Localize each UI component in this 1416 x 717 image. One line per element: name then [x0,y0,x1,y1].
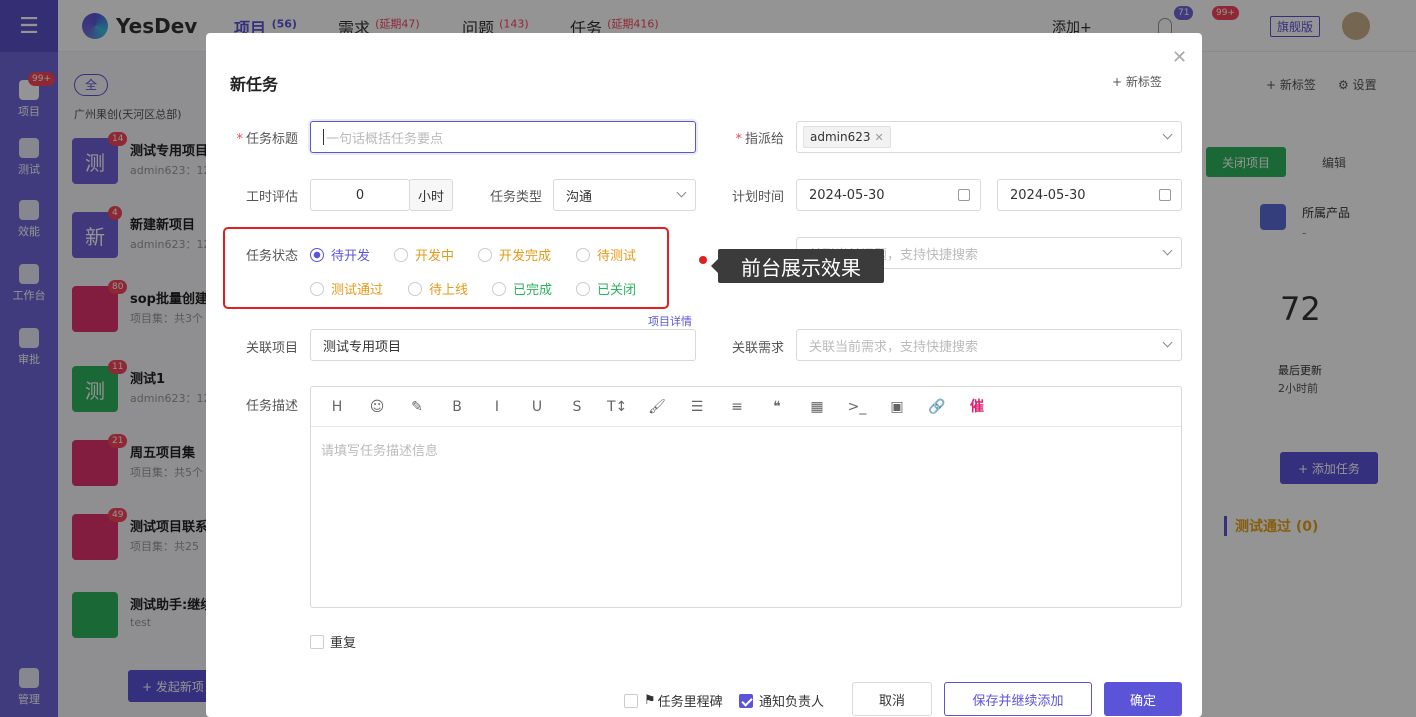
assignee-select[interactable]: admin623 ✕ [796,121,1182,153]
remove-tag-icon[interactable]: ✕ [875,131,884,144]
annotation-dot [699,256,707,264]
related-project-label: 关联项目 [245,341,298,356]
calendar-icon [1159,189,1171,201]
save-continue-button[interactable]: 保存并继续添加 [944,682,1092,716]
editor-toolbar: H ☺ ✎ B I U S T↕ 🖌 ☰ ≡ ❝ ▦ >_ ▣ 🔗 催 [311,387,1181,427]
quote-icon[interactable]: ❝ [767,397,787,417]
assign-label: * 指派给 [735,132,784,147]
status-radio[interactable]: 待开发 [310,245,370,264]
flag-icon: ⚑ [644,693,656,708]
emoji-icon[interactable]: ☺ [367,397,387,417]
hours-label: 工时评估 [245,190,298,205]
annotation-callout: 前台展示效果 [711,249,884,283]
task-type-select[interactable]: 沟通 [553,179,696,211]
status-radio[interactable]: 测试通过 [310,279,383,298]
italic-icon[interactable]: I [487,397,507,417]
status-radio[interactable]: 已关闭 [576,279,636,298]
chevron-down-icon [1162,245,1173,256]
table-icon[interactable]: ▦ [807,397,827,417]
task-title-input[interactable]: 一句话概括任务要点 [310,121,696,153]
status-radio[interactable]: 开发完成 [478,245,551,264]
assignee-tag: admin623 ✕ [803,126,891,148]
new-task-dialog: 新任务 ✕ + 新标签 * 任务标题 一句话概括任务要点 * 指派给 admin62… [206,33,1202,717]
close-icon[interactable]: ✕ [1172,47,1187,68]
bold-icon[interactable]: B [447,397,467,417]
confirm-button[interactable]: 确定 [1104,682,1182,716]
align-icon[interactable]: ≡ [727,397,747,417]
chevron-down-icon [1162,337,1173,348]
related-req-select[interactable]: 关联当前需求，支持快捷搜索 [796,329,1182,361]
chevron-down-icon [676,187,687,198]
chevron-down-icon [1162,129,1173,140]
milestone-checkbox[interactable]: ⚑ 任务里程碑 [624,691,723,710]
status-radio[interactable]: 待上线 [408,279,468,298]
underline-icon[interactable]: U [527,397,547,417]
task-title-label: * 任务标题 [236,132,298,147]
end-date-input[interactable]: 2024-05-30 [997,179,1182,211]
urge-icon[interactable]: 催 [967,397,987,417]
link-icon[interactable]: 🔗 [927,397,947,417]
calendar-icon [958,189,970,201]
desc-label: 任务描述 [245,399,298,414]
dialog-title: 新任务 [230,75,279,94]
description-editor[interactable]: H ☺ ✎ B I U S T↕ 🖌 ☰ ≡ ❝ ▦ >_ ▣ 🔗 催 请填写任务描述信息 [310,386,1182,608]
image-icon[interactable]: ▣ [887,397,907,417]
hours-unit: 小时 [409,179,453,211]
brush-icon[interactable]: 🖌 [647,397,667,417]
code-icon[interactable]: >_ [847,397,867,417]
task-type-label: 任务类型 [489,190,542,205]
heading-icon[interactable]: H [327,397,347,417]
font-size-icon[interactable]: T↕ [607,397,627,417]
plan-time-label: 计划时间 [731,190,784,205]
status-label: 任务状态 [245,249,298,264]
notify-checkbox[interactable]: 通知负责人 [739,691,824,710]
start-date-input[interactable]: 2024-05-30 [796,179,981,211]
description-placeholder: 请填写任务描述信息 [321,444,439,459]
project-detail-link[interactable]: 项目详情 [648,313,692,329]
repeat-checkbox[interactable]: 重复 [310,632,356,651]
status-radio[interactable]: 已完成 [492,279,552,298]
new-tag-button[interactable]: + 新标签 [1112,73,1162,90]
status-radio[interactable]: 开发中 [394,245,454,264]
hours-input[interactable]: 0 [310,179,410,211]
pen-icon[interactable]: ✎ [407,397,427,417]
related-req-label: 关联需求 [731,341,784,356]
status-radio[interactable]: 待测试 [576,245,636,264]
strikethrough-icon[interactable]: S [567,397,587,417]
list-icon[interactable]: ☰ [687,397,707,417]
cancel-button[interactable]: 取消 [852,682,932,716]
related-project-select[interactable]: 测试专用项目 [310,329,696,361]
